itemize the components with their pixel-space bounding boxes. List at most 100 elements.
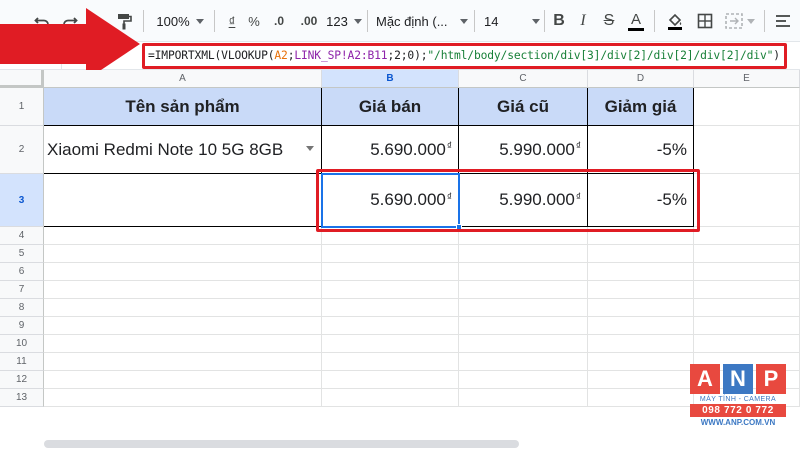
borders-icon[interactable]	[694, 8, 716, 34]
grid-cell[interactable]	[694, 281, 800, 299]
grid-cell[interactable]	[588, 389, 694, 407]
grid-cell[interactable]	[44, 281, 322, 299]
grid-cell[interactable]	[694, 335, 800, 353]
grid-cell[interactable]	[44, 299, 322, 317]
grid-cell[interactable]	[588, 371, 694, 389]
cell-d3[interactable]: -5%	[588, 174, 694, 227]
cell-c1[interactable]: Giá cũ	[459, 88, 588, 126]
grid-cell[interactable]	[322, 263, 459, 281]
grid-cell[interactable]	[588, 335, 694, 353]
strikethrough-button[interactable]: S	[600, 8, 618, 34]
cell-b2[interactable]: 5.690.000 ₫	[322, 126, 459, 174]
row-header-7[interactable]: 7	[0, 281, 44, 299]
grid-cell[interactable]	[459, 245, 588, 263]
decrease-decimal-button[interactable]: .0	[268, 8, 290, 34]
cell-e2[interactable]	[694, 126, 800, 174]
more-formats-dropdown[interactable]: 123	[326, 8, 362, 34]
grid-cell[interactable]	[44, 371, 322, 389]
grid-cell[interactable]	[694, 263, 800, 281]
row-header-6[interactable]: 6	[0, 263, 44, 281]
text-color-button[interactable]: A	[626, 8, 646, 34]
grid-cell[interactable]	[44, 389, 322, 407]
grid-cell[interactable]	[44, 335, 322, 353]
column-header-e[interactable]: E	[694, 70, 800, 88]
italic-button[interactable]: I	[574, 8, 592, 34]
format-percent-button[interactable]: %	[244, 8, 264, 34]
dropdown-chevron-icon[interactable]	[306, 146, 314, 151]
cell-c3[interactable]: 5.990.000 ₫	[459, 174, 588, 227]
grid-cell[interactable]	[322, 317, 459, 335]
fill-color-icon[interactable]	[664, 8, 686, 34]
grid-cell[interactable]	[44, 353, 322, 371]
grid-cell[interactable]	[459, 263, 588, 281]
grid-cell[interactable]	[459, 281, 588, 299]
grid-cell[interactable]	[44, 263, 322, 281]
cell-e3[interactable]	[694, 174, 800, 227]
grid-cell[interactable]	[322, 281, 459, 299]
grid-cell[interactable]	[322, 245, 459, 263]
row-header-11[interactable]: 11	[0, 353, 44, 371]
grid-cell[interactable]	[588, 263, 694, 281]
currency-symbol: ₫	[446, 141, 452, 152]
row-header-4[interactable]: 4	[0, 227, 44, 245]
grid-cell[interactable]	[322, 371, 459, 389]
horizontal-scrollbar[interactable]	[44, 440, 519, 448]
grid-cell[interactable]	[322, 227, 459, 245]
grid-cell[interactable]	[694, 299, 800, 317]
row-header-10[interactable]: 10	[0, 335, 44, 353]
select-all-corner[interactable]	[0, 70, 44, 88]
cell-d1[interactable]: Giảm giá	[588, 88, 694, 126]
grid-cell[interactable]	[694, 227, 800, 245]
grid-cell[interactable]	[588, 353, 694, 371]
merge-cells-icon[interactable]	[722, 8, 758, 34]
row-header-12[interactable]: 12	[0, 371, 44, 389]
grid-cell[interactable]	[44, 317, 322, 335]
cell-a2[interactable]: Xiaomi Redmi Note 10 5G 8GB	[44, 126, 322, 174]
row-header-1[interactable]: 1	[0, 88, 44, 126]
row-header-3[interactable]: 3	[0, 174, 44, 227]
row-header-2[interactable]: 2	[0, 126, 44, 174]
grid-cell[interactable]	[459, 299, 588, 317]
grid-cell[interactable]	[44, 245, 322, 263]
bold-button[interactable]: B	[550, 8, 568, 34]
cell-a3[interactable]	[44, 174, 322, 227]
grid-cell[interactable]	[588, 245, 694, 263]
row-header-9[interactable]: 9	[0, 317, 44, 335]
column-header-a[interactable]: A	[44, 70, 322, 88]
cell-b1[interactable]: Giá bán	[322, 88, 459, 126]
grid-cell[interactable]	[588, 227, 694, 245]
font-size-dropdown[interactable]: 14	[484, 8, 540, 34]
grid-cell[interactable]	[44, 227, 322, 245]
grid-cell[interactable]	[459, 389, 588, 407]
grid-cell[interactable]	[459, 371, 588, 389]
grid-cell[interactable]	[459, 335, 588, 353]
zoom-dropdown[interactable]: 100%	[152, 8, 208, 34]
cell-c2[interactable]: 5.990.000 ₫	[459, 126, 588, 174]
grid-cell[interactable]	[322, 353, 459, 371]
grid-cell[interactable]	[588, 299, 694, 317]
row-header-13[interactable]: 13	[0, 389, 44, 407]
font-family-dropdown[interactable]: Mặc định (...	[376, 8, 468, 34]
grid-cell[interactable]	[322, 389, 459, 407]
increase-decimal-button[interactable]: .00	[296, 8, 322, 34]
grid-cell[interactable]	[588, 317, 694, 335]
grid-cell[interactable]	[459, 353, 588, 371]
grid-cell[interactable]	[459, 227, 588, 245]
cell-d2[interactable]: -5%	[588, 126, 694, 174]
format-currency-button[interactable]: ₫	[222, 8, 242, 34]
grid-cell[interactable]	[322, 335, 459, 353]
cell-e1[interactable]	[694, 88, 800, 126]
align-horizontal-icon[interactable]	[772, 8, 794, 34]
row-header-5[interactable]: 5	[0, 245, 44, 263]
grid-cell[interactable]	[694, 245, 800, 263]
grid-cell[interactable]	[322, 299, 459, 317]
grid-cell[interactable]	[694, 317, 800, 335]
column-header-c[interactable]: C	[459, 70, 588, 88]
cell-a1[interactable]: Tên sản phẩm	[44, 88, 322, 126]
column-header-b[interactable]: B	[322, 70, 459, 88]
grid-cell[interactable]	[588, 281, 694, 299]
grid-cell[interactable]	[459, 317, 588, 335]
column-header-d[interactable]: D	[588, 70, 694, 88]
cell-b3[interactable]: 5.690.000 ₫	[322, 174, 459, 227]
row-header-8[interactable]: 8	[0, 299, 44, 317]
